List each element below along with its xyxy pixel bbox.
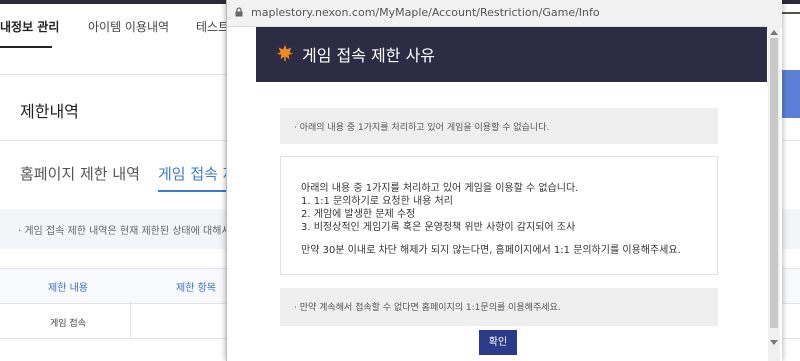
notice-text-bottom: · 만약 계속해서 접속할 수 없다면 홈페이지의 1:1문의를 이용해주세요. — [294, 303, 561, 313]
column-divider — [130, 302, 131, 339]
side-button[interactable] — [780, 70, 800, 118]
column-header-restriction-content: 제한 내용 — [48, 283, 88, 294]
maple-leaf-icon — [276, 44, 294, 62]
info-text: · 게임 접속 제한 내역은 현재 제한된 상태에 대해서만 — [18, 226, 240, 237]
detail-line: 3. 비정상적인 게임기록 혹은 운영정책 위반 사항이 감지되어 조사 — [301, 222, 576, 233]
tab-game-restriction[interactable]: 게임 접속 제 — [158, 163, 237, 184]
tab-my-info[interactable]: 내정보 관리 — [0, 18, 59, 35]
tab-homepage-restriction[interactable]: 홈페이지 제한 내역 — [20, 163, 140, 184]
address-bar[interactable]: maplestory.nexon.com/MyMaple/Account/Res… — [227, 0, 782, 27]
section-title: 제한내역 — [20, 102, 79, 121]
notice-box-bottom: · 만약 계속해서 접속할 수 없다면 홈페이지의 1:1문의를 이용해주세요. — [280, 288, 718, 326]
detail-box: 아래의 내용 중 1가지를 처리하고 있어 게임을 이용할 수 없습니다. 1.… — [280, 156, 718, 275]
scroll-down-arrow-icon[interactable] — [770, 340, 778, 345]
notice-text-top: · 아래의 내용 중 1가지를 처리하고 있어 게임을 이용할 수 없습니다. — [294, 123, 550, 133]
scroll-up-arrow-icon[interactable] — [770, 30, 778, 35]
notice-box-top: · 아래의 내용 중 1가지를 처리하고 있어 게임을 이용할 수 없습니다. — [280, 108, 718, 144]
restriction-popup-window: maplestory.nexon.com/MyMaple/Account/Res… — [226, 0, 782, 361]
url-text: maplestory.nexon.com/MyMaple/Account/Res… — [251, 6, 600, 19]
confirm-button[interactable]: 확인 — [479, 330, 517, 355]
table-cell: 게임 접속 — [50, 319, 86, 329]
active-tab-underline — [0, 46, 52, 48]
popup-header: 게임 접속 제한 사유 — [256, 27, 767, 82]
column-header-restriction-item: 제한 항목 — [176, 283, 216, 294]
scrollbar-thumb[interactable] — [770, 38, 778, 328]
header-menu-icon[interactable] — [782, 12, 800, 14]
popup-title: 게임 접속 제한 사유 — [302, 46, 436, 65]
tab-test[interactable]: 테스트 — [196, 18, 229, 35]
detail-line: 만약 30분 이내로 차단 해제가 되지 않는다면, 홈페이지에서 1:1 문의… — [301, 245, 681, 256]
lock-icon — [235, 7, 243, 17]
tab-item-history[interactable]: 아이템 이용내역 — [88, 18, 169, 35]
